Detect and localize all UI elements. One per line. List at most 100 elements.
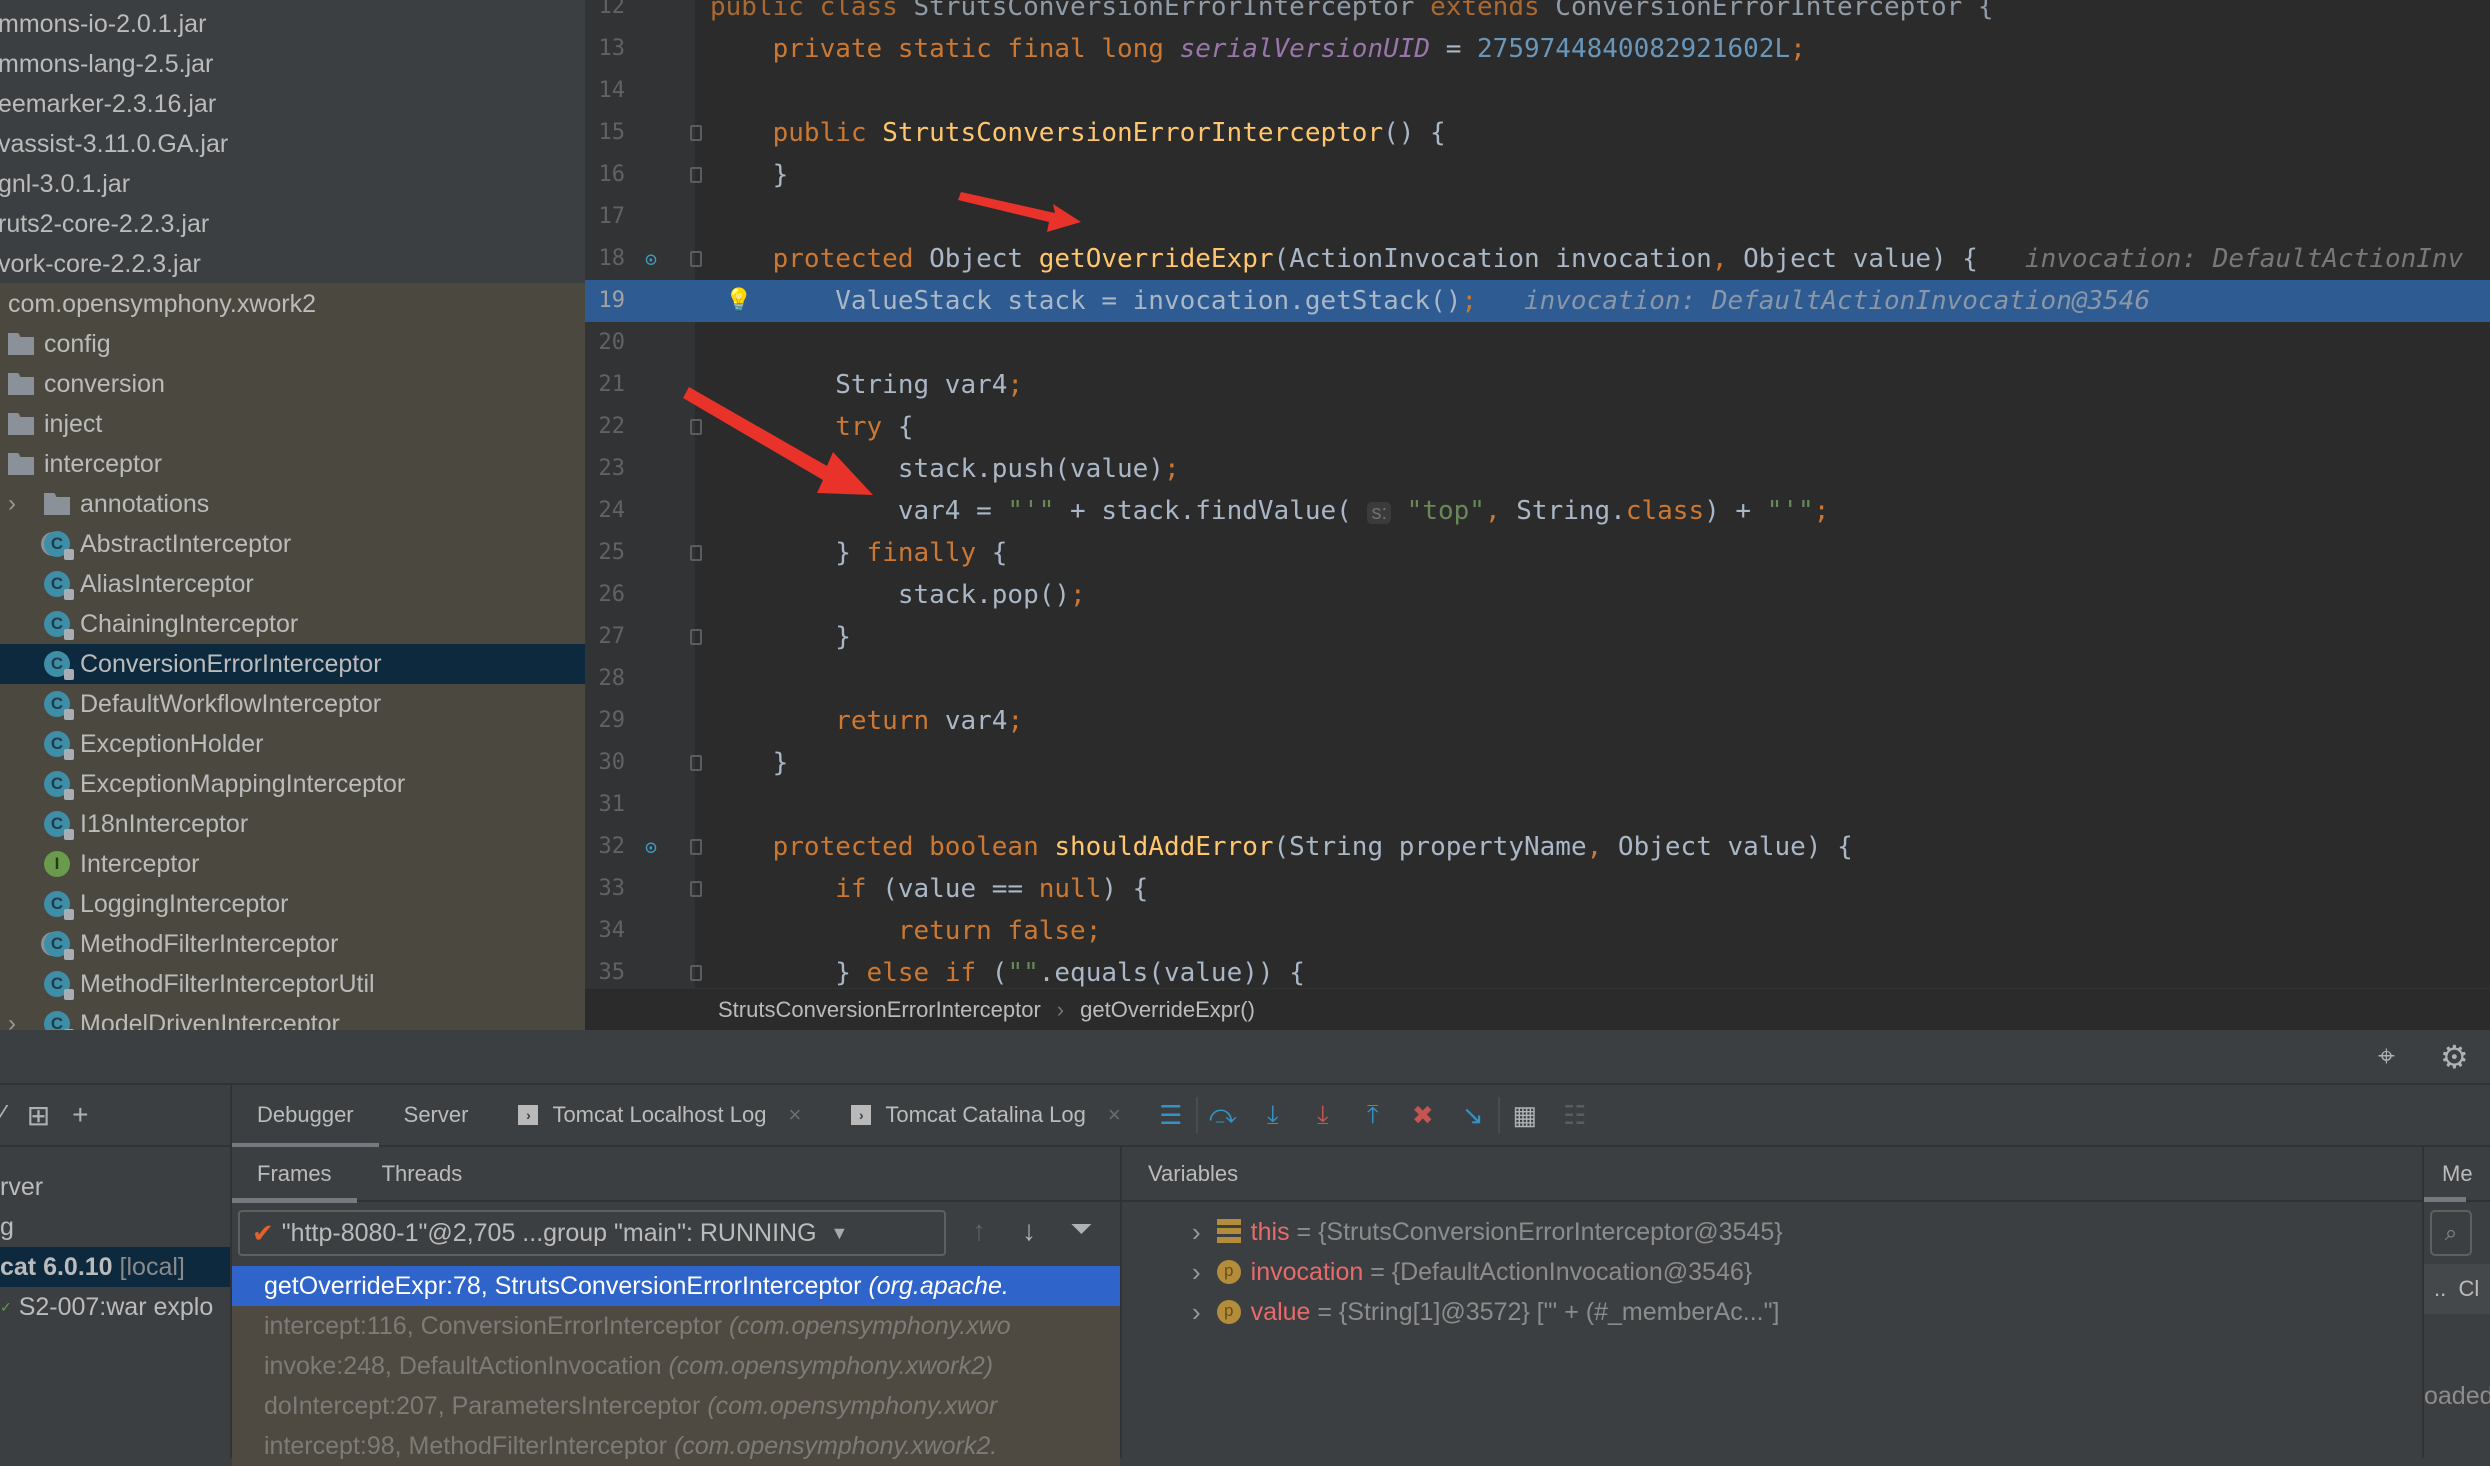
run-to-cursor-icon[interactable]: ↘	[1448, 1084, 1498, 1146]
close-icon[interactable]: ×	[788, 1102, 801, 1128]
tab-debugger[interactable]: Debugger	[232, 1084, 379, 1148]
frame-package: (org.apache.	[868, 1272, 1009, 1300]
red-arrow-1	[958, 192, 1081, 232]
annotation-arrows	[683, 192, 1081, 495]
step-over-icon[interactable]: ⤼	[1198, 1084, 1248, 1146]
chevron-right-icon[interactable]: ›	[8, 490, 16, 518]
variable-row[interactable]: › this = {StrutsConversionErrorIntercepto…	[1192, 1212, 1783, 1252]
debug-tabs: Debugger Server › Tomcat Localhost Log × › Tom…	[232, 1084, 2490, 1148]
evaluate-expression-icon[interactable]: ▦	[1500, 1084, 1550, 1146]
tree-item-jar[interactable]: mmons-lang-2.5.jar	[0, 44, 583, 84]
tree-item-class[interactable]: I Interceptor	[0, 844, 585, 884]
frame-row[interactable]: intercept:116, ConversionErrorIntercepto…	[232, 1306, 1120, 1346]
tree-item-jar[interactable]: vassist-3.11.0.GA.jar	[0, 124, 583, 164]
frame-row[interactable]: intercept:98, MethodFilterInterceptor (c…	[232, 1426, 1120, 1466]
tree-item-jar[interactable]: mmons-io-2.0.1.jar	[0, 4, 583, 44]
frame-method: getOverrideExpr:78, StrutsConversionErro…	[264, 1272, 862, 1300]
frame-method: intercept:98, MethodFilterInterceptor	[264, 1432, 667, 1460]
crosshair-icon[interactable]: ⌖	[2378, 1040, 2395, 1074]
tree-item-class[interactable]: C I18nInterceptor	[0, 804, 585, 844]
frame-row[interactable]: invoke:248, DefaultActionInvocation (com…	[232, 1346, 1120, 1386]
tree-item-jar[interactable]: gnl-3.0.1.jar	[0, 164, 583, 204]
memory-tab[interactable]: Me	[2442, 1161, 2473, 1187]
service-item[interactable]: g	[0, 1207, 230, 1247]
loaded-classes-hint: oaded	[2424, 1382, 2490, 1410]
tab-server[interactable]: Server	[379, 1084, 494, 1146]
tree-item-class[interactable]: C ExceptionHolder	[0, 724, 585, 764]
tree-item-class[interactable]: C ModelDrivenInterceptor ›	[0, 1004, 585, 1030]
tab-label: Tomcat Localhost Log	[552, 1102, 767, 1127]
frame-row[interactable]: getOverrideExpr:78, StrutsConversionErro…	[232, 1266, 1120, 1306]
tree-item-label: config	[44, 329, 111, 358]
gear-icon[interactable]: ⚙	[2440, 1038, 2469, 1076]
abstract-class-icon: C	[44, 931, 74, 960]
search-icon[interactable]: ⌕	[2430, 1210, 2472, 1256]
chevron-right-icon[interactable]: ›	[1192, 1252, 1201, 1292]
class-icon: C	[44, 571, 74, 600]
tree-item-class[interactable]: C DefaultWorkflowInterceptor	[0, 684, 585, 724]
breadcrumb-class[interactable]: StrutsConversionErrorInterceptor	[718, 997, 1041, 1023]
frame-package: (com.opensymphony.xwork2.	[673, 1432, 998, 1460]
tab-threads[interactable]: Threads	[357, 1146, 488, 1201]
tree-item-label: I18nInterceptor	[80, 809, 249, 838]
tree-item-folder[interactable]: interceptor	[0, 444, 585, 484]
group-icon[interactable]: ⊞	[27, 1099, 50, 1132]
tree-item-class[interactable]: C AliasInterceptor	[0, 564, 585, 604]
tree-item-class[interactable]: C ChainingInterceptor	[0, 604, 585, 644]
drop-frame-icon[interactable]: ✖	[1398, 1084, 1448, 1146]
thread-selector[interactable]: ✔ "http-8080-1"@2,705 ...group "main": R…	[238, 1210, 946, 1256]
tree-item-package[interactable]: com.opensymphony.xwork2	[0, 284, 585, 324]
tab-frames[interactable]: Frames	[232, 1146, 357, 1203]
lock-icon	[64, 589, 74, 600]
tree-item-label: inject	[44, 409, 103, 438]
tab-tomcat-catalina-log[interactable]: › Tomcat Catalina Log ×	[826, 1084, 1145, 1146]
chevron-right-icon[interactable]: ›	[1192, 1292, 1201, 1332]
tab-tomcat-localhost-log[interactable]: › Tomcat Localhost Log ×	[493, 1084, 826, 1146]
chevron-right-icon[interactable]: ›	[1192, 1212, 1201, 1252]
tree-item-label: conversion	[44, 369, 165, 398]
tree-item-class[interactable]: C AbstractInterceptor	[0, 524, 585, 564]
frame-row[interactable]: doIntercept:207, ParametersInterceptor (…	[232, 1386, 1120, 1426]
previous-frame-icon[interactable]: ↑	[972, 1215, 986, 1247]
step-into-icon[interactable]: ⤓	[1248, 1084, 1298, 1146]
variable-row[interactable]: › p value = {String[1]@3572} ["' + (#_memb…	[1192, 1292, 1779, 1332]
tree-item-label: annotations	[80, 489, 210, 518]
tree-item-folder[interactable]: conversion	[0, 364, 585, 404]
tree-item-class[interactable]: C MethodFilterInterceptor	[0, 924, 585, 964]
breadcrumb-method[interactable]: getOverrideExpr()	[1080, 997, 1255, 1023]
tree-item-jar[interactable]: eemarker-2.3.16.jar	[0, 84, 583, 124]
next-frame-icon[interactable]: ↓	[1022, 1215, 1036, 1247]
force-step-into-icon[interactable]: ⤓	[1298, 1084, 1348, 1146]
tree-item-folder[interactable]: config	[0, 324, 585, 364]
folder-icon	[8, 333, 34, 355]
close-icon[interactable]: ×	[1108, 1102, 1121, 1128]
lock-icon	[64, 709, 74, 720]
tree-item-label: AbstractInterceptor	[80, 529, 292, 558]
tree-item-folder-annotations[interactable]: › annotations	[0, 484, 585, 524]
tab-label: Tomcat Catalina Log	[885, 1102, 1086, 1127]
add-icon[interactable]: +	[72, 1099, 88, 1131]
service-item-artifact[interactable]: ✓ S2-007:war explo	[0, 1287, 230, 1327]
dots: ..	[2434, 1276, 2447, 1301]
service-item-tomcat[interactable]: cat 6.0.10 [local]	[0, 1247, 230, 1287]
tree-item-class[interactable]: C MethodFilterInterceptorUtil	[0, 964, 585, 1004]
tree-item-class[interactable]: C ExceptionMappingInterceptor	[0, 764, 585, 804]
filter-icon[interactable]: ⏷	[1070, 1213, 1092, 1246]
step-out-icon[interactable]: ⤒	[1348, 1084, 1398, 1146]
service-item[interactable]: rver	[0, 1167, 230, 1207]
tree-item-label: vassist-3.11.0.GA.jar	[0, 129, 229, 158]
tree-item-class[interactable]: C LoggingInterceptor	[0, 884, 585, 924]
frame-method: doIntercept:207, ParametersInterceptor	[264, 1392, 701, 1420]
class-column-header[interactable]: Cl	[2458, 1276, 2479, 1301]
tree-item-folder[interactable]: inject	[0, 404, 585, 444]
tree-item-jar[interactable]: vork-core-2.2.3.jar	[0, 244, 583, 284]
class-icon: C	[44, 731, 74, 760]
code-editor[interactable]: 12 public class StrutsConversionErrorInte…	[585, 0, 2490, 988]
chevron-right-icon[interactable]: ›	[8, 1010, 16, 1030]
filter-icon[interactable]: ⁄	[0, 1099, 5, 1131]
frames-layout-icon[interactable]: ☰	[1146, 1084, 1196, 1146]
class-icon: C	[44, 1011, 74, 1030]
tree-item-class[interactable]: C ConversionErrorInterceptor	[0, 644, 585, 684]
variable-row[interactable]: › p invocation = {DefaultActionInvocation@…	[1192, 1252, 1752, 1292]
tree-item-jar[interactable]: ruts2-core-2.2.3.jar	[0, 204, 583, 244]
